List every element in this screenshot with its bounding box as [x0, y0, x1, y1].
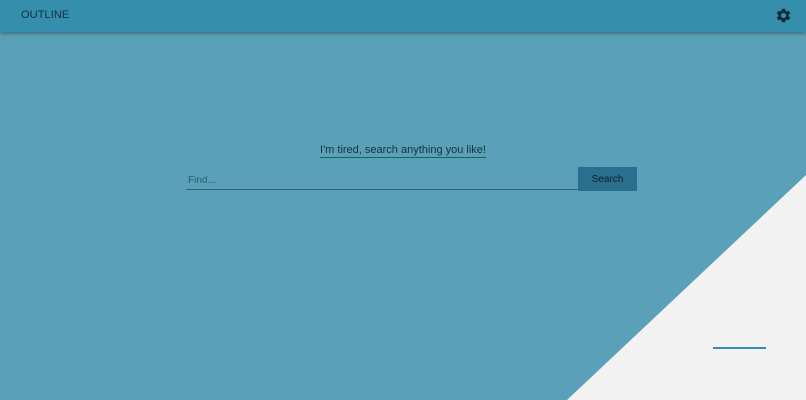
tagline-container: I'm tired, search anything you like! — [0, 140, 806, 158]
search-button[interactable]: Search — [578, 167, 637, 191]
app-brand-title: OUTLINE — [21, 9, 70, 21]
page: OUTLINE I'm tired, search anything you l… — [0, 0, 806, 400]
corner-accent-line — [713, 347, 766, 349]
search-input[interactable] — [186, 171, 580, 190]
corner-decoration — [567, 175, 806, 400]
gear-icon[interactable] — [775, 7, 792, 24]
top-app-bar: OUTLINE — [0, 0, 806, 32]
tagline-link[interactable]: I'm tired, search anything you like! — [320, 144, 486, 158]
